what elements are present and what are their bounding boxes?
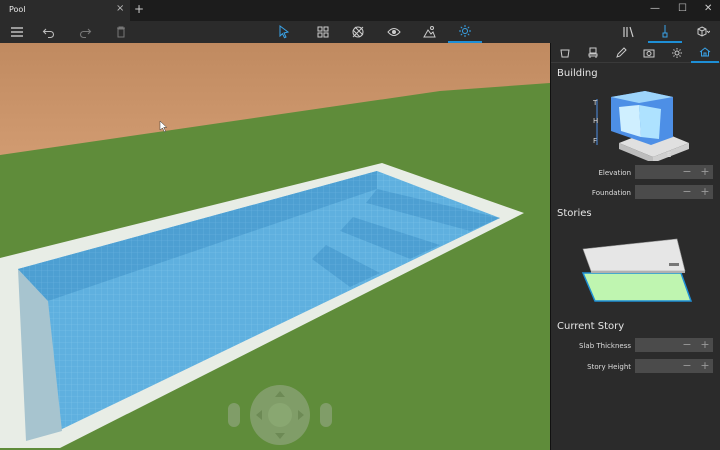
foundation-decrement-button[interactable]: −	[679, 185, 695, 199]
stories-section-title: Stories	[557, 208, 592, 219]
objects-icon[interactable]	[306, 21, 340, 43]
document-tab[interactable]: Pool ×	[0, 0, 130, 21]
camera-tab-icon[interactable]	[635, 43, 663, 63]
slab-thickness-increment-button[interactable]: +	[697, 338, 713, 352]
slab-thickness-label: Slab Thickness	[579, 342, 631, 350]
stories-diagram	[581, 238, 693, 302]
hamburger-menu-icon[interactable]	[0, 21, 34, 43]
story-height-increment-button[interactable]: +	[697, 359, 713, 373]
app-window: Pool × + — ☐ ✕ Building T H F E Elevatio…	[0, 0, 720, 450]
foundation-label: Foundation	[591, 189, 631, 197]
maximize-icon[interactable]: ☐	[678, 3, 687, 14]
tab-title: Pool	[9, 5, 26, 14]
elevation-increment-button[interactable]: +	[697, 165, 713, 179]
lighting-icon[interactable]	[448, 21, 482, 43]
redo-icon[interactable]	[68, 21, 102, 43]
delete-icon[interactable]	[104, 21, 138, 43]
paint-icon[interactable]	[648, 21, 682, 43]
toolbar	[0, 21, 720, 43]
diagram-label-f: F	[593, 137, 597, 145]
tab-close-icon[interactable]: ×	[116, 3, 124, 14]
view-icon[interactable]	[377, 21, 411, 43]
building-tab-icon[interactable]	[691, 43, 719, 63]
elevation-label: Elevation	[598, 169, 631, 177]
select-icon[interactable]	[267, 21, 301, 43]
building-section-title: Building	[557, 68, 598, 79]
elevation-decrement-button[interactable]: −	[679, 165, 695, 179]
foundation-increment-button[interactable]: +	[697, 185, 713, 199]
diagram-label-h: H	[593, 117, 598, 125]
foundation-stepper[interactable]: − +	[635, 185, 713, 199]
panel-tabs	[551, 43, 720, 63]
story-height-label: Story Height	[587, 363, 631, 371]
story-height-stepper[interactable]: − +	[635, 359, 713, 373]
slab-thickness-decrement-button[interactable]: −	[679, 338, 695, 352]
close-icon[interactable]: ✕	[704, 3, 712, 14]
elevation-stepper[interactable]: − +	[635, 165, 713, 179]
diagram-label-e: E	[667, 151, 671, 159]
3d-view-icon[interactable]	[686, 21, 720, 43]
furniture-tab-icon[interactable]	[579, 43, 607, 63]
minimize-icon[interactable]: —	[650, 3, 660, 14]
new-tab-icon[interactable]: +	[134, 2, 144, 16]
3d-viewport[interactable]	[0, 43, 550, 450]
current-story-section-title: Current Story	[557, 321, 625, 332]
materials-icon[interactable]	[341, 21, 375, 43]
slab-thickness-stepper[interactable]: − +	[635, 338, 713, 352]
sun-tab-icon[interactable]	[663, 43, 691, 63]
building-diagram: T H F E	[592, 91, 689, 161]
objects-tab-icon[interactable]	[551, 43, 579, 63]
pencil-tab-icon[interactable]	[607, 43, 635, 63]
title-bar: Pool × + — ☐ ✕	[0, 0, 720, 21]
properties-panel: Building T H F E Elevation − + Foundatio…	[550, 43, 720, 450]
landscape-icon[interactable]	[412, 21, 446, 43]
undo-icon[interactable]	[32, 21, 66, 43]
library-icon[interactable]	[612, 21, 646, 43]
diagram-label-t: T	[592, 99, 598, 107]
story-height-decrement-button[interactable]: −	[679, 359, 695, 373]
